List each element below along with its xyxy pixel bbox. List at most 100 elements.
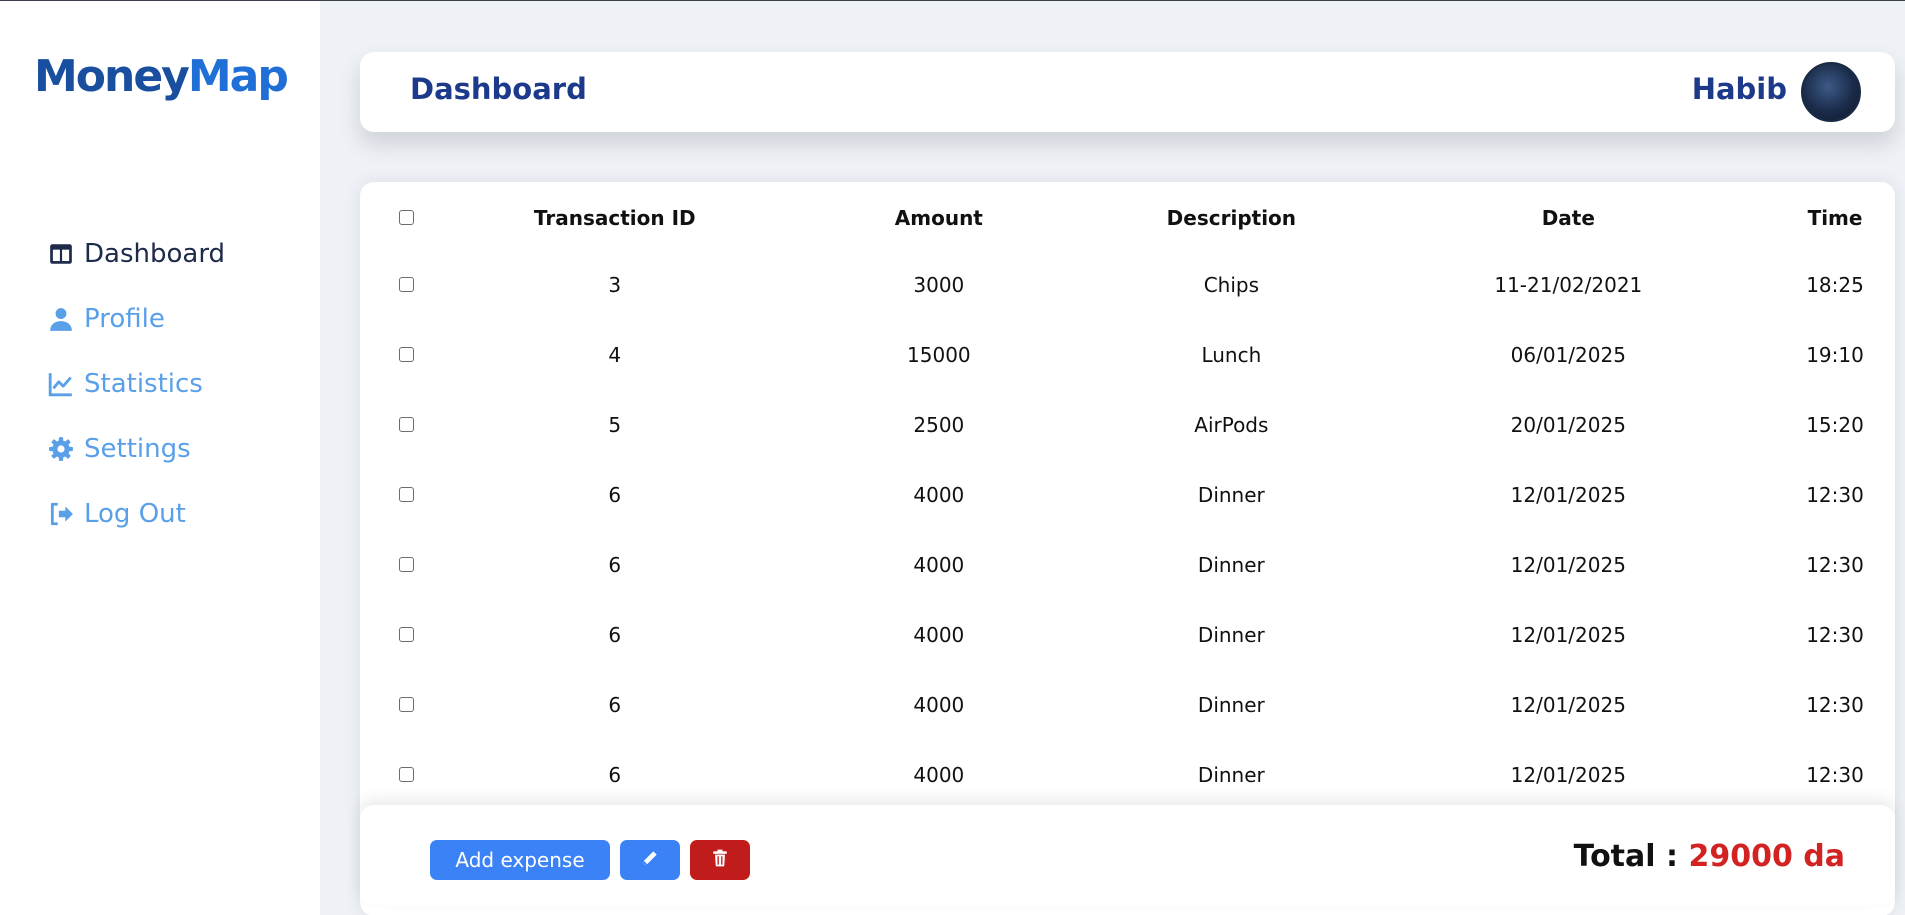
cell-date: 12/01/2025 [1510,623,1626,647]
top-header: Dashboard Habib [360,52,1895,132]
cell-date: 06/01/2025 [1510,343,1626,367]
sidebar-item-settings[interactable]: Settings [48,416,225,481]
cell-time: 12:30 [1806,553,1864,577]
row-select-cell [360,600,453,670]
row-checkbox[interactable] [399,487,414,502]
sidebar-item-profile[interactable]: Profile [48,286,225,351]
cell-description: AirPods [1194,413,1269,437]
column-header-description[interactable]: Description [1101,182,1361,250]
cell-transaction-id: 6 [608,623,622,647]
row-checkbox[interactable] [399,277,414,292]
pencil-icon [640,848,660,873]
dashboard-icon [48,241,74,267]
transactions-table: Transaction ID Amount Description Date T… [360,182,1895,810]
column-header-time[interactable]: Time [1775,182,1895,250]
cell-transaction-id: 6 [608,483,622,507]
cell-description: Dinner [1197,623,1265,647]
add-expense-button[interactable]: Add expense [430,840,610,880]
table-row[interactable]: 6 4000 Dinner 12/01/2025 12:30 [360,670,1895,740]
row-select-cell [360,390,453,460]
cell-amount: 4000 [913,693,965,717]
total-label: Total : [1573,839,1678,874]
select-all-cell [360,182,453,250]
row-select-cell [360,250,453,320]
cell-description: Dinner [1197,483,1265,507]
row-checkbox[interactable] [399,347,414,362]
logo-text-money: Money [34,51,190,102]
row-checkbox[interactable] [399,767,414,782]
cell-transaction-id: 6 [608,553,622,577]
cell-description: Chips [1203,273,1259,297]
cell-description: Dinner [1197,553,1265,577]
row-select-cell [360,460,453,530]
cell-time: 12:30 [1806,623,1864,647]
row-checkbox[interactable] [399,627,414,642]
cell-description: Lunch [1201,343,1262,367]
sidebar: MoneyMap Dashboard Profile Statistics Se… [0,1,320,915]
row-select-cell [360,320,453,390]
cell-date: 12/01/2025 [1510,693,1626,717]
sidebar-item-label: Dashboard [84,238,226,269]
cell-description: Dinner [1197,763,1265,787]
edit-button[interactable] [620,840,680,880]
total-amount: 29000 da [1688,839,1845,874]
column-header-date[interactable]: Date [1362,182,1775,250]
cell-time: 12:30 [1806,693,1864,717]
row-checkbox[interactable] [399,697,414,712]
sidebar-item-dashboard[interactable]: Dashboard [48,221,225,286]
sidebar-item-logout[interactable]: Log Out [48,481,225,546]
cell-date: 12/01/2025 [1510,483,1626,507]
cell-time: 12:30 [1806,763,1864,787]
sidebar-item-statistics[interactable]: Statistics [48,351,225,416]
cell-amount: 3000 [913,273,965,297]
select-all-checkbox[interactable] [399,210,414,225]
avatar[interactable] [1801,62,1861,122]
column-header-amount[interactable]: Amount [777,182,1102,250]
trash-icon [710,848,730,873]
cell-amount: 15000 [907,343,971,367]
cell-transaction-id: 6 [608,693,622,717]
logout-icon [48,501,74,527]
cell-amount: 2500 [913,413,965,437]
cell-date: 20/01/2025 [1510,413,1626,437]
row-checkbox[interactable] [399,557,414,572]
cell-date: 11-21/02/2021 [1494,273,1643,297]
cell-description: Dinner [1197,693,1265,717]
cell-amount: 4000 [913,763,965,787]
cell-transaction-id: 6 [608,763,622,787]
table-row[interactable]: 4 15000 Lunch 06/01/2025 19:10 [360,320,1895,390]
page-title: Dashboard [410,72,587,106]
row-select-cell [360,740,453,810]
cell-date: 12/01/2025 [1510,763,1626,787]
cell-transaction-id: 5 [608,413,622,437]
app-logo[interactable]: MoneyMap [34,51,289,102]
cell-time: 19:10 [1806,343,1864,367]
sidebar-nav: Dashboard Profile Statistics Settings Lo… [48,221,225,546]
cell-time: 15:20 [1806,413,1864,437]
cell-transaction-id: 4 [608,343,622,367]
user-name[interactable]: Habib [1692,72,1787,106]
total-summary: Total : 29000 da [1574,839,1845,874]
table-row[interactable]: 6 4000 Dinner 12/01/2025 12:30 [360,740,1895,810]
cell-amount: 4000 [913,623,965,647]
cell-time: 12:30 [1806,483,1864,507]
row-select-cell [360,530,453,600]
table-row[interactable]: 6 4000 Dinner 12/01/2025 12:30 [360,530,1895,600]
delete-button[interactable] [690,840,750,880]
cell-time: 18:25 [1806,273,1864,297]
cell-transaction-id: 3 [608,273,622,297]
sidebar-item-label: Profile [84,303,165,334]
table-row[interactable]: 5 2500 AirPods 20/01/2025 15:20 [360,390,1895,460]
table-header-row: Transaction ID Amount Description Date T… [360,182,1895,250]
chart-line-icon [48,371,74,397]
column-header-transaction-id[interactable]: Transaction ID [453,182,777,250]
user-icon [48,306,74,332]
cell-amount: 4000 [913,553,965,577]
table-row[interactable]: 6 4000 Dinner 12/01/2025 12:30 [360,600,1895,670]
row-select-cell [360,670,453,740]
table-row[interactable]: 3 3000 Chips 11-21/02/2021 18:25 [360,250,1895,320]
row-checkbox[interactable] [399,417,414,432]
table-row[interactable]: 6 4000 Dinner 12/01/2025 12:30 [360,460,1895,530]
sidebar-item-label: Log Out [84,498,186,529]
cell-amount: 4000 [913,483,965,507]
